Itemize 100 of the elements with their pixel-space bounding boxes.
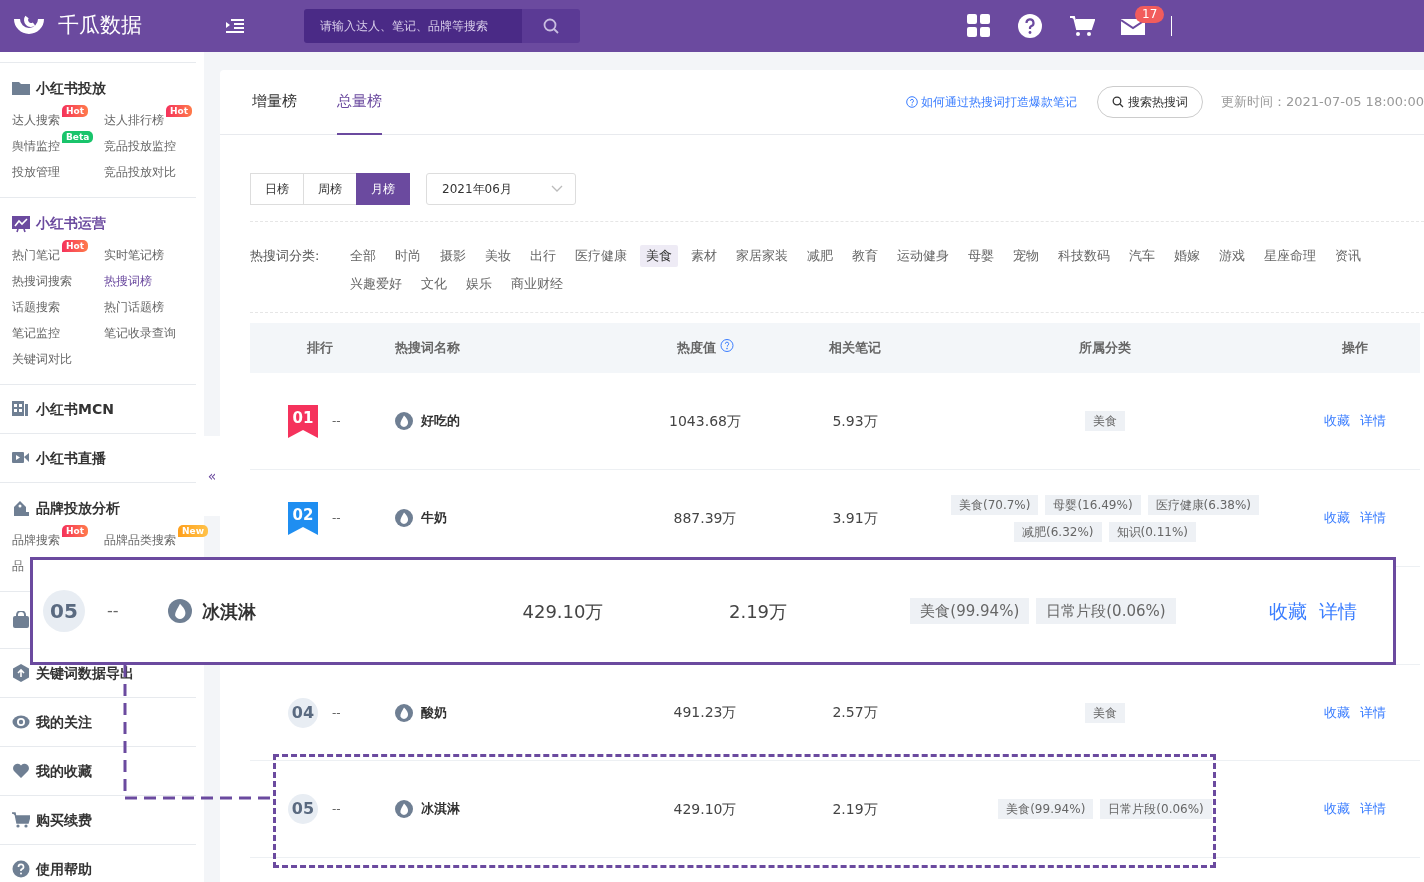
cart-icon[interactable] (1069, 14, 1095, 38)
column-header: 所属分类 (1078, 339, 1132, 358)
rank-number: 04 (288, 697, 318, 728)
category-filter[interactable]: 教育 (846, 245, 884, 267)
sidebar-link[interactable]: 笔记收录查询 (104, 326, 176, 340)
action-link[interactable]: 详情 (1360, 411, 1386, 431)
category-filter[interactable]: 出行 (524, 245, 562, 267)
category-filter[interactable]: 时尚 (389, 245, 427, 267)
logo-text: 千瓜数据 (58, 12, 142, 40)
tab[interactable]: 增量榜 (252, 69, 297, 135)
month-select[interactable]: 2021年06月 (426, 173, 576, 205)
notes-count: 2.57万 (831, 703, 879, 722)
flame-icon (395, 800, 413, 818)
category-filter[interactable]: 游戏 (1213, 245, 1251, 267)
cart-icon (12, 811, 30, 829)
action-link[interactable]: 收藏 (1324, 411, 1350, 431)
category-filter[interactable]: 家居家装 (730, 245, 794, 267)
action-link[interactable]: 收藏 (1324, 702, 1350, 723)
search-button[interactable] (522, 9, 580, 43)
category-filter[interactable]: 美妆 (479, 245, 517, 267)
heat-value: 429.10万 (521, 599, 605, 624)
sidebar-link[interactable]: 竞品投放对比 (104, 165, 176, 179)
action-link[interactable]: 详情 (1360, 702, 1386, 723)
category-filter[interactable]: 减肥 (801, 245, 839, 267)
category-filter[interactable]: 兴趣爱好 (344, 273, 408, 295)
sidebar-link[interactable]: 热门笔记 (12, 248, 60, 262)
update-time: 更新时间：2021-07-05 18:00:00 (1220, 93, 1424, 112)
category-filter[interactable]: 婚嫁 (1168, 245, 1206, 267)
sidebar-link[interactable]: 热门话题榜 (104, 300, 164, 314)
sidebar-link[interactable]: 投放管理 (12, 165, 60, 179)
category-filter[interactable]: 资讯 (1329, 245, 1367, 267)
category-filter[interactable]: 母婴 (962, 245, 1000, 267)
category-filter[interactable]: 素材 (685, 245, 723, 267)
category-filter[interactable]: 科技数码 (1052, 245, 1116, 267)
category-filter[interactable]: 医疗健康 (569, 245, 633, 267)
sidebar-section-title[interactable]: 使用帮助 (36, 858, 92, 880)
sidebar-section-title[interactable]: 小红书运营 (36, 213, 106, 234)
help-link[interactable]: 如何通过热搜词打造爆款笔记 (920, 93, 1077, 111)
category-filter[interactable]: 美食 (640, 245, 678, 267)
column-header: 热搜词名称 (394, 339, 461, 358)
heat-value: 887.39万 (672, 508, 738, 528)
flame-icon (168, 599, 192, 623)
hot-badge: Hot (166, 105, 193, 117)
sidebar-link[interactable]: 热搜词榜 (104, 274, 152, 288)
category-filter[interactable]: 汽车 (1123, 245, 1161, 267)
mail-icon[interactable] (1121, 17, 1145, 36)
collapse-button[interactable]: « (204, 436, 220, 516)
rank-change: -- (332, 510, 341, 527)
category-filter[interactable]: 星座命理 (1258, 245, 1322, 267)
rank-change: -- (107, 600, 119, 622)
rank-number: 05 (288, 794, 318, 824)
action-link[interactable]: 详情 (1319, 596, 1357, 626)
category-filter[interactable]: 娱乐 (460, 273, 498, 295)
sidebar-link[interactable]: 竞品投放监控 (104, 139, 176, 153)
category-filter[interactable]: 宠物 (1007, 245, 1045, 267)
help-icon[interactable] (1017, 13, 1043, 39)
sidebar-link[interactable]: 笔记监控 (12, 326, 60, 340)
hot-badge: Hot (62, 105, 89, 117)
sidebar-link[interactable]: 品牌品类搜索 (104, 533, 176, 547)
action-link[interactable]: 详情 (1360, 508, 1386, 528)
sidebar-section-title[interactable]: 我的收藏 (36, 760, 92, 782)
action-link[interactable]: 收藏 (1269, 596, 1307, 626)
category-tag: 美食 (1085, 702, 1125, 723)
category-filter[interactable]: 全部 (344, 245, 382, 267)
sidebar-section-title[interactable]: 品牌投放分析 (36, 498, 120, 519)
sidebar-link[interactable]: 话题搜索 (12, 300, 60, 314)
category-tag: 医疗健康(6.38%) (1147, 494, 1260, 515)
category-filter[interactable]: 商业财经 (505, 273, 569, 295)
category-filter[interactable]: 运动健身 (891, 245, 955, 267)
category-filter[interactable]: 文化 (415, 273, 453, 295)
sidebar-section-title[interactable]: 我的关注 (36, 711, 92, 733)
sidebar-link[interactable]: 达人搜索 (12, 113, 60, 127)
apps-grid-icon[interactable] (967, 14, 991, 38)
sidebar-link[interactable]: 品牌搜索 (12, 533, 60, 547)
category-filter[interactable]: 摄影 (434, 245, 472, 267)
search-hot-words-button[interactable]: 搜索热搜词 (1096, 86, 1203, 118)
period-button[interactable]: 月榜 (356, 173, 410, 205)
action-link[interactable]: 收藏 (1324, 799, 1350, 819)
sidebar-link[interactable]: 舆情监控 (12, 139, 60, 153)
tab[interactable]: 总量榜 (337, 69, 382, 135)
action-link[interactable]: 详情 (1360, 799, 1386, 819)
sidebar-section-title[interactable]: 小红书直播 (36, 447, 106, 469)
rank-change: -- (332, 801, 341, 818)
eye-icon (12, 713, 30, 731)
keyword: 牛奶 (421, 509, 447, 528)
menu-icon[interactable] (226, 18, 244, 34)
sidebar-link[interactable]: 品 (12, 559, 24, 573)
search-field[interactable]: 请输入达人、笔记、品牌等搜索 (304, 9, 522, 43)
action-link[interactable]: 收藏 (1324, 508, 1350, 528)
period-button[interactable]: 周榜 (303, 173, 357, 205)
sidebar-link[interactable]: 达人排行榜 (104, 113, 164, 127)
sidebar-link[interactable]: 实时笔记榜 (104, 248, 164, 262)
sidebar-section-title[interactable]: 购买续费 (36, 809, 92, 831)
heart-icon (12, 762, 30, 780)
sidebar-section-title[interactable]: 小红书投放 (36, 78, 106, 99)
sidebar-section-title[interactable]: 小红书MCN (36, 398, 114, 420)
period-button[interactable]: 日榜 (250, 173, 304, 205)
sidebar-link[interactable]: 热搜词搜索 (12, 274, 72, 288)
category-tag: 美食(99.94%) (910, 598, 1030, 624)
sidebar-link[interactable]: 关键词对比 (12, 352, 72, 366)
